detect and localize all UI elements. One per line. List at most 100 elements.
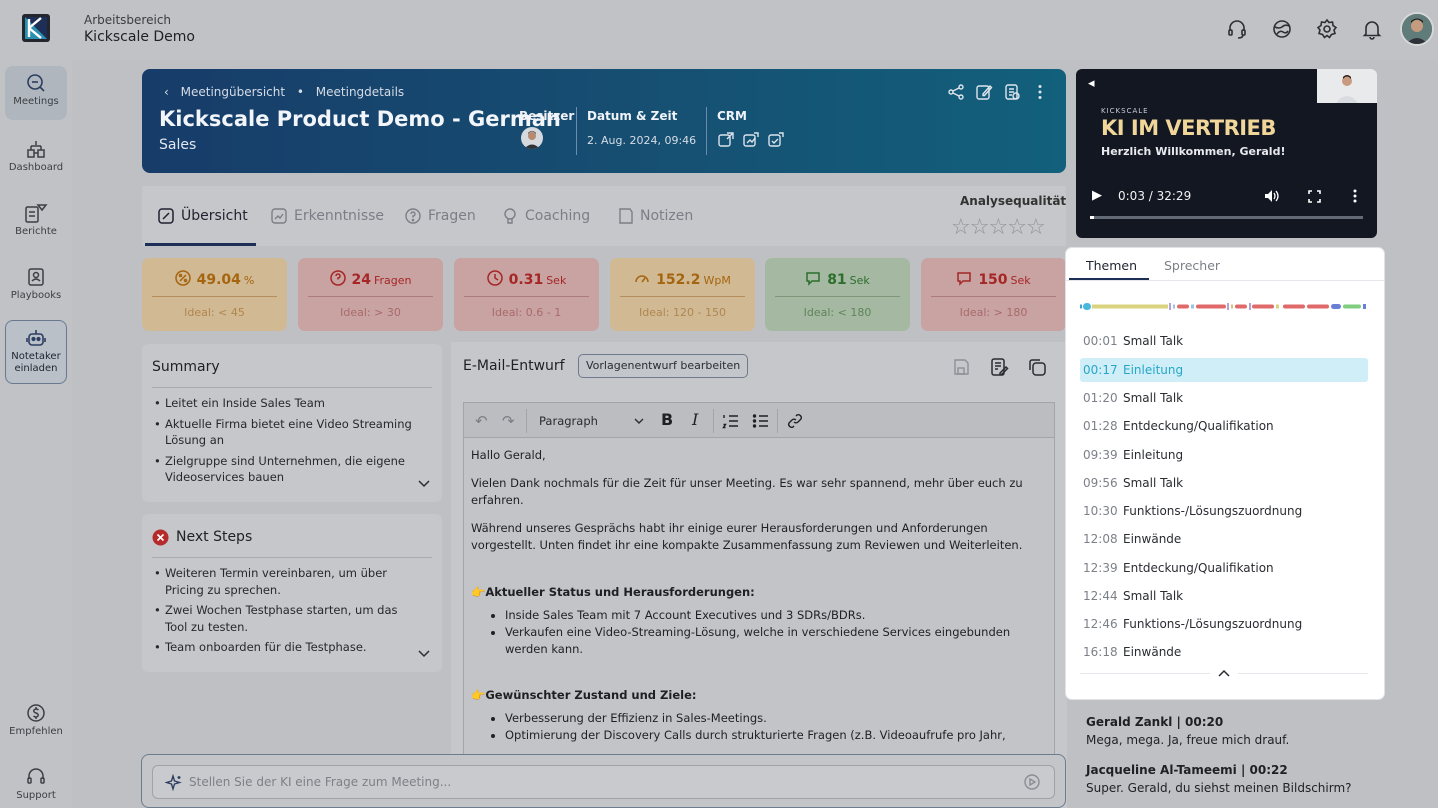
ask-ai-input[interactable]: Stellen Sie der KI eine Frage zum Meetin…: [152, 765, 1055, 799]
more-vertical-icon[interactable]: [1353, 189, 1357, 203]
fullscreen-icon[interactable]: [1308, 190, 1321, 203]
tab-fragen[interactable]: Fragen: [404, 186, 476, 246]
send-icon[interactable]: [1024, 774, 1040, 790]
video-progress-bar[interactable]: [1090, 216, 1363, 219]
owner-column: Besitzer: [519, 109, 574, 149]
user-avatar[interactable]: [1400, 12, 1434, 46]
star-icon[interactable]: ☆: [970, 215, 990, 240]
play-icon[interactable]: ▶: [1092, 188, 1102, 203]
document-icon[interactable]: [1003, 83, 1021, 101]
headset-icon[interactable]: [1226, 18, 1248, 40]
chevron-down-icon[interactable]: [418, 480, 430, 488]
tab-notizen[interactable]: Notizen: [616, 186, 693, 246]
topic-row[interactable]: 12:39 Entdeckung/Qualifikation: [1080, 556, 1368, 580]
breadcrumb-separator: •: [296, 85, 304, 99]
topic-row[interactable]: 12:08 Einwände: [1080, 527, 1368, 551]
star-icon[interactable]: ☆: [1007, 215, 1027, 240]
topic-label: Funktions-/Lösungszuordnung: [1123, 504, 1303, 518]
topic-row[interactable]: 16:18 Einwände: [1080, 640, 1368, 664]
topic-row[interactable]: 00:01 Small Talk: [1080, 329, 1368, 353]
meeting-header: ‹ Meetingübersicht • Meetingdetails Kick…: [142, 69, 1066, 173]
topic-label: Einwände: [1123, 645, 1182, 659]
topic-label: Small Talk: [1123, 589, 1184, 603]
sidebar-item-playbooks[interactable]: Playbooks: [5, 260, 67, 314]
block-style-select[interactable]: Paragraph: [539, 414, 598, 428]
crm-check-icon[interactable]: [767, 131, 785, 149]
topic-row[interactable]: 01:20 Small Talk: [1080, 386, 1368, 410]
gear-icon[interactable]: [1316, 18, 1338, 40]
metric-ideal: Ideal: < 45: [184, 306, 245, 319]
crm-upload-icon[interactable]: [717, 131, 735, 149]
ask-ai-bar: Stellen Sie der KI eine Frage zum Meetin…: [141, 754, 1066, 808]
more-vertical-icon[interactable]: [1031, 83, 1049, 101]
tab-themen[interactable]: Themen: [1086, 258, 1137, 273]
email-editor[interactable]: Hallo Gerald, Vielen Dank nochmals für d…: [463, 437, 1055, 808]
metric-card-pause[interactable]: 0.31 Sek Ideal: 0.6 - 1: [454, 258, 599, 331]
topic-row[interactable]: 12:44 Small Talk: [1080, 584, 1368, 608]
transcript-entry[interactable]: Gerald Zankl | 00:20 Mega, mega. Ja, fre…: [1086, 713, 1376, 749]
chevron-down-icon[interactable]: [634, 418, 644, 425]
crm-icons: [717, 131, 785, 149]
chevron-down-icon[interactable]: [418, 650, 430, 658]
video-player[interactable]: ◂ KICKSCALE KI IM VERTRIEB Herzlich Will…: [1076, 69, 1377, 238]
kickscale-logo[interactable]: [22, 14, 50, 42]
metric-value: 81: [827, 272, 847, 288]
topic-label: Funktions-/Lösungszuordnung: [1123, 617, 1303, 631]
metric-card-monologue[interactable]: 81 Sek Ideal: < 180: [765, 258, 910, 331]
metric-card-questions[interactable]: 24 Fragen Ideal: > 30: [298, 258, 443, 331]
breadcrumb-meetings[interactable]: Meetingübersicht: [181, 85, 285, 99]
bold-icon[interactable]: B: [661, 410, 673, 429]
tab-coaching[interactable]: Coaching: [501, 186, 590, 246]
topic-row[interactable]: 09:39 Einleitung: [1080, 443, 1368, 467]
tab-sprecher[interactable]: Sprecher: [1164, 258, 1220, 273]
transcript-entry[interactable]: Jacqueline Al-Tameemi | 00:22 Super. Ger…: [1086, 761, 1376, 797]
numbered-list-icon[interactable]: [722, 412, 740, 430]
topic-row[interactable]: 10:30 Funktions-/Lösungszuordnung: [1080, 499, 1368, 523]
metric-card-talk-ratio[interactable]: 49.04% Ideal: < 45: [142, 258, 287, 331]
metric-value: 150: [978, 272, 1008, 288]
sidebar-item-empfehlen[interactable]: Empfehlen: [5, 696, 67, 750]
star-icon[interactable]: ☆: [951, 215, 971, 240]
edit-icon[interactable]: [975, 83, 993, 101]
save-icon[interactable]: [951, 357, 971, 377]
topic-timeline-strip[interactable]: [1080, 302, 1366, 311]
bullet-list-icon[interactable]: [752, 412, 770, 430]
volume-icon[interactable]: [1264, 189, 1280, 203]
copy-icon[interactable]: [1027, 357, 1047, 377]
workspace-name[interactable]: Kickscale Demo: [84, 29, 195, 45]
undo-icon[interactable]: ↶: [475, 412, 488, 430]
divider: [576, 107, 577, 155]
summary-panel: Summary Leitet ein Inside Sales Team Akt…: [142, 344, 442, 502]
star-icon[interactable]: ☆: [1026, 215, 1046, 240]
workspace-label: Arbeitsbereich: [84, 13, 172, 27]
topic-row[interactable]: 01:28 Entdeckung/Qualifikation: [1080, 414, 1368, 438]
edit-template-button[interactable]: Vorlagenentwurf bearbeiten: [578, 354, 749, 378]
sidebar-item-berichte[interactable]: Berichte: [5, 196, 67, 250]
link-icon[interactable]: [786, 412, 804, 430]
bell-icon[interactable]: [1361, 18, 1383, 40]
topic-row[interactable]: 09:56 Small Talk: [1080, 471, 1368, 495]
star-icon[interactable]: ☆: [988, 215, 1008, 240]
sidebar-item-support[interactable]: Support: [5, 760, 67, 808]
sidebar-item-meetings[interactable]: Meetings: [5, 66, 67, 120]
topic-time: 10:30: [1083, 504, 1118, 518]
metric-card-listening[interactable]: 150 Sek Ideal: > 180: [921, 258, 1066, 331]
metric-card-wpm[interactable]: 152.2 WpM Ideal: 120 - 150: [610, 258, 755, 331]
italic-icon[interactable]: I: [692, 410, 698, 429]
sidebar-item-notetaker[interactable]: Notetaker einladen: [5, 320, 67, 384]
crm-sync-icon[interactable]: [742, 131, 760, 149]
share-icon[interactable]: [947, 83, 965, 101]
tab-uebersicht[interactable]: Übersicht: [145, 186, 256, 246]
globe-icon[interactable]: [1271, 18, 1293, 40]
owner-avatar[interactable]: [521, 127, 543, 149]
topic-time: 12:39: [1083, 561, 1118, 575]
sidebar-item-dashboard[interactable]: Dashboard: [5, 132, 67, 186]
analysis-quality-rating[interactable]: ☆☆☆☆☆: [951, 215, 1046, 240]
collapse-button[interactable]: [1210, 666, 1238, 680]
topic-row-selected[interactable]: 00:17 Einleitung: [1080, 358, 1368, 382]
redo-icon[interactable]: ↷: [502, 412, 515, 430]
back-chevron-icon[interactable]: ‹: [164, 85, 169, 99]
document-edit-icon[interactable]: [989, 357, 1009, 377]
topic-row[interactable]: 12:46 Funktions-/Lösungszuordnung: [1080, 612, 1368, 636]
tab-erkenntnisse[interactable]: Erkenntnisse: [270, 186, 384, 246]
